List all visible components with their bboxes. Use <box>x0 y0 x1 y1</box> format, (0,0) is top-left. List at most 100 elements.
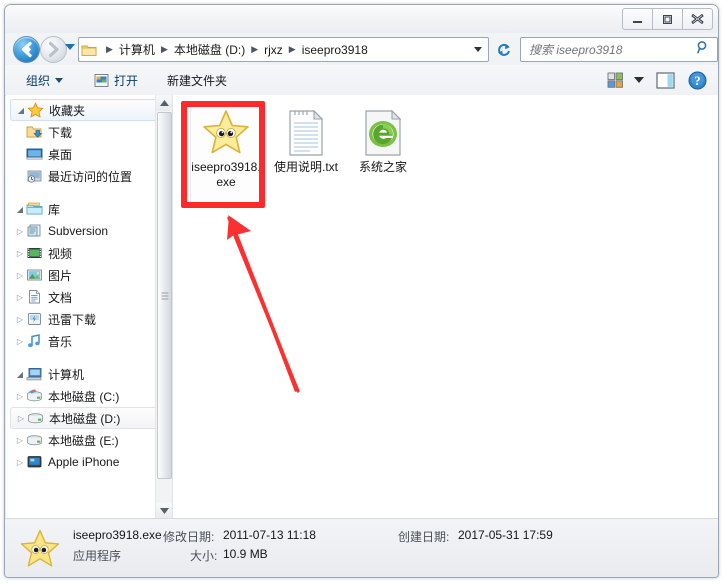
sidebar-item-apple-iphone[interactable]: ▷ Apple iPhone <box>6 451 172 473</box>
sidebar-group-computer[interactable]: ◢ 计算机 <box>6 363 172 385</box>
search-box[interactable]: 搜索 iseepro3918 <box>520 37 718 62</box>
computer-icon <box>26 366 43 382</box>
sidebar-item-label: 视频 <box>48 246 73 261</box>
address-dropdown-icon[interactable] <box>474 47 482 52</box>
file-item-iseepro3918[interactable]: iseepro3918.exe <box>188 105 264 190</box>
sidebar-item-label: 音乐 <box>48 334 73 349</box>
sidebar-item-recent-places[interactable]: 最近访问的位置 <box>6 165 172 187</box>
preview-pane-icon[interactable] <box>648 65 682 95</box>
system-drive-icon <box>26 388 43 404</box>
status-created-value: 2017-05-31 17:59 <box>458 528 553 542</box>
sidebar-item-label: Subversion <box>48 224 109 238</box>
view-options-icon[interactable] <box>600 65 630 95</box>
breadcrumb-separator: ▶ <box>251 44 259 54</box>
sidebar-item-pictures[interactable]: ▷ 图片 <box>6 264 172 286</box>
breadcrumb-item-0[interactable]: 计算机 <box>116 40 158 59</box>
maximize-button[interactable] <box>652 8 683 30</box>
sidebar-item-label: 本地磁盘 (C:) <box>48 389 120 404</box>
open-button[interactable]: 打开 <box>87 65 145 95</box>
status-size-value: 10.9 MB <box>223 547 268 561</box>
sidebar-group-label: 计算机 <box>48 367 85 382</box>
file-name-label: 系统之家 <box>358 160 407 174</box>
close-button[interactable] <box>682 8 713 30</box>
folder-icon <box>81 43 97 57</box>
file-list-pane[interactable]: iseepro3918.exe 使用说明.txt 系统之家 <box>173 95 718 519</box>
twisty-collapsed-icon[interactable]: ▷ <box>14 315 26 324</box>
address-row: ▶ 计算机 ▶ 本地磁盘 (D:) ▶ rjxz ▶ iseepro3918 搜… <box>5 33 718 65</box>
breadcrumb-separator: ▶ <box>106 44 113 54</box>
navigation-pane[interactable]: ◢ 收藏夹 下载 桌面 最近访问的位置 ◢ 库 ▷ Subversion ▷ 视… <box>6 95 173 519</box>
sidebar-item-documents[interactable]: ▷ 文档 <box>6 286 172 308</box>
address-bar[interactable]: ▶ 计算机 ▶ 本地磁盘 (D:) ▶ rjxz ▶ iseepro3918 <box>78 37 489 62</box>
breadcrumb-item-3[interactable]: iseepro3918 <box>299 42 371 58</box>
sidebar-item-desktop[interactable]: 桌面 <box>6 143 172 165</box>
twisty-expanded-icon[interactable]: ◢ <box>15 106 27 115</box>
sidebar-scrollbar[interactable] <box>155 95 172 519</box>
twisty-collapsed-icon[interactable]: ▷ <box>14 436 26 445</box>
twisty-collapsed-icon[interactable]: ▷ <box>14 458 26 467</box>
organize-label: 组织 <box>26 73 51 88</box>
twisty-collapsed-icon[interactable]: ▷ <box>14 337 26 346</box>
sidebar-item-drive-e[interactable]: ▷ 本地磁盘 (E:) <box>6 429 172 451</box>
twisty-collapsed-icon[interactable]: ▷ <box>14 392 26 401</box>
search-input[interactable]: 搜索 iseepro3918 <box>521 41 696 58</box>
breadcrumb-item-1[interactable]: 本地磁盘 (D:) <box>171 40 248 59</box>
twisty-expanded-icon[interactable]: ◢ <box>14 205 26 214</box>
scrollbar-thumb[interactable] <box>157 112 172 479</box>
refresh-button[interactable] <box>491 37 517 62</box>
breadcrumb-item-2[interactable]: rjxz <box>261 42 286 58</box>
breadcrumb-separator: ▶ <box>288 44 296 54</box>
subversion-icon <box>26 223 43 239</box>
sidebar-item-drive-c[interactable]: ▷ 本地磁盘 (C:) <box>6 385 172 407</box>
sidebar-item-music[interactable]: ▷ 音乐 <box>6 330 172 352</box>
toolbar-right-group: ? <box>600 65 712 95</box>
chevron-down-icon <box>55 77 64 83</box>
scroll-down-button[interactable] <box>156 503 172 519</box>
organize-button[interactable]: 组织 <box>19 65 70 95</box>
status-created-label: 创建日期: <box>398 530 450 544</box>
recent-places-icon <box>26 168 43 184</box>
text-file-icon <box>286 105 326 157</box>
forward-button[interactable] <box>40 36 67 63</box>
twisty-collapsed-icon[interactable]: ▷ <box>14 293 26 302</box>
breadcrumb-separator: ▶ <box>160 44 168 54</box>
scroll-up-button[interactable] <box>156 95 172 111</box>
minimize-button[interactable] <box>622 8 653 30</box>
sidebar-item-downloads[interactable]: 下载 <box>6 121 172 143</box>
toolbar: 组织 打开 新建文件夹 ? <box>5 65 718 96</box>
videos-icon <box>26 245 43 261</box>
content-area: ◢ 收藏夹 下载 桌面 最近访问的位置 ◢ 库 ▷ Subversion ▷ 视… <box>5 95 718 519</box>
status-modified-label: 修改日期: <box>163 530 215 544</box>
open-icon <box>94 73 109 88</box>
explorer-window: ▶ 计算机 ▶ 本地磁盘 (D:) ▶ rjxz ▶ iseepro3918 搜… <box>4 4 719 578</box>
sidebar-item-subversion[interactable]: ▷ Subversion <box>6 220 172 242</box>
sidebar-item-label: 最近访问的位置 <box>48 169 133 184</box>
desktop-icon <box>26 146 43 162</box>
help-icon[interactable]: ? <box>682 65 712 95</box>
twisty-collapsed-icon[interactable]: ▷ <box>14 271 26 280</box>
twisty-collapsed-icon[interactable]: ▷ <box>15 414 27 423</box>
sidebar-item-videos[interactable]: ▷ 视频 <box>6 242 172 264</box>
sidebar-item-label: 图片 <box>48 268 73 283</box>
history-dropdown-icon[interactable] <box>65 44 75 50</box>
music-icon <box>26 333 43 349</box>
twisty-collapsed-icon[interactable]: ▷ <box>14 227 26 236</box>
new-folder-button[interactable]: 新建文件夹 <box>160 65 234 95</box>
title-bar <box>5 5 718 33</box>
file-item-system-home[interactable]: 系统之家 <box>345 105 421 175</box>
navigation-tree: ◢ 收藏夹 下载 桌面 最近访问的位置 ◢ 库 ▷ Subversion ▷ 视… <box>6 95 172 473</box>
sidebar-group-label: 库 <box>48 202 61 217</box>
view-dropdown-icon[interactable] <box>630 65 648 95</box>
twisty-collapsed-icon[interactable]: ▷ <box>14 249 26 258</box>
file-name-label: 使用说明.txt <box>273 160 338 174</box>
back-button[interactable] <box>13 36 40 63</box>
sidebar-item-thunder-download[interactable]: ▷ 迅雷下载 <box>6 308 172 330</box>
sidebar-group-favorites[interactable]: ◢ 收藏夹 <box>10 99 166 121</box>
twisty-expanded-icon[interactable]: ◢ <box>14 370 26 379</box>
file-item-readme[interactable]: 使用说明.txt <box>268 105 344 175</box>
sidebar-group-libraries[interactable]: ◢ 库 <box>6 198 172 220</box>
sidebar-item-drive-d[interactable]: ▷ 本地磁盘 (D:) <box>10 407 166 429</box>
svg-text:?: ? <box>694 74 700 88</box>
drive-icon <box>26 432 43 448</box>
